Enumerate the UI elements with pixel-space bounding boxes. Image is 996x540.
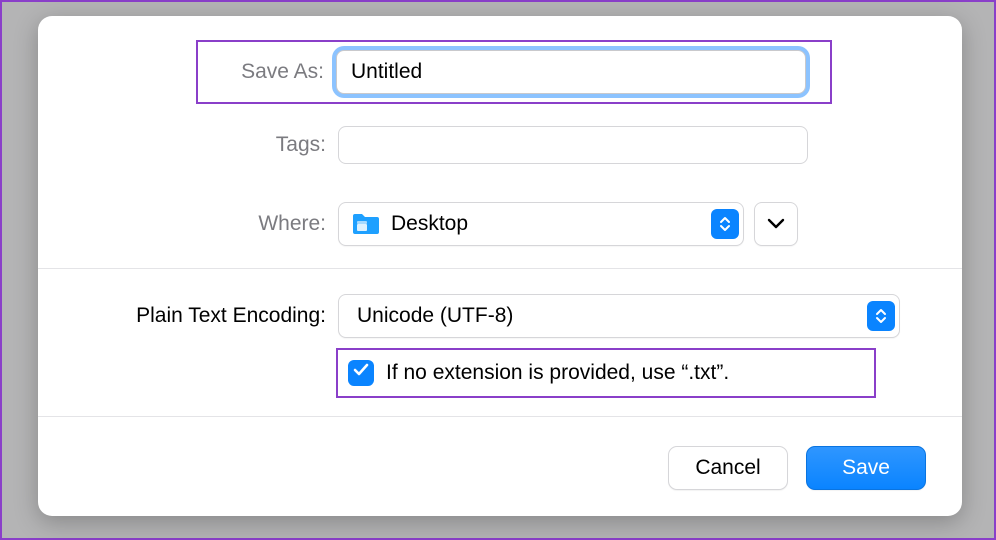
encoding-row: Plain Text Encoding: Unicode (UTF-8) bbox=[38, 294, 962, 338]
where-row: Where: Desktop bbox=[38, 196, 962, 252]
save-button-label: Save bbox=[842, 456, 890, 480]
folder-icon bbox=[351, 212, 381, 236]
save-as-row: Save As: bbox=[196, 40, 832, 104]
checkmark-icon bbox=[352, 361, 370, 385]
dialog-buttons: Cancel Save bbox=[668, 446, 926, 490]
tags-row: Tags: bbox=[38, 120, 962, 170]
extension-checkbox-label: If no extension is provided, use “.txt”. bbox=[386, 361, 729, 385]
tags-label: Tags: bbox=[38, 133, 338, 157]
encoding-value: Unicode (UTF-8) bbox=[357, 304, 867, 328]
encoding-label: Plain Text Encoding: bbox=[38, 304, 338, 328]
expand-button[interactable] bbox=[754, 202, 798, 246]
chevron-down-icon bbox=[767, 212, 785, 236]
divider bbox=[38, 268, 962, 269]
tags-input[interactable] bbox=[338, 126, 808, 164]
stepper-icon bbox=[711, 209, 739, 239]
cancel-button-label: Cancel bbox=[695, 456, 760, 480]
save-as-input[interactable] bbox=[336, 50, 806, 94]
where-popup[interactable]: Desktop bbox=[338, 202, 744, 246]
encoding-popup[interactable]: Unicode (UTF-8) bbox=[338, 294, 900, 338]
where-label: Where: bbox=[38, 212, 338, 236]
cancel-button[interactable]: Cancel bbox=[668, 446, 788, 490]
extension-checkbox[interactable] bbox=[348, 360, 374, 386]
stepper-icon bbox=[867, 301, 895, 331]
extension-checkbox-row: If no extension is provided, use “.txt”. bbox=[336, 348, 876, 398]
save-button[interactable]: Save bbox=[806, 446, 926, 490]
save-dialog: Save As: Tags: Where: Desktop bbox=[38, 16, 962, 516]
save-as-label: Save As: bbox=[198, 60, 336, 84]
divider bbox=[38, 416, 962, 417]
where-value: Desktop bbox=[391, 212, 711, 236]
